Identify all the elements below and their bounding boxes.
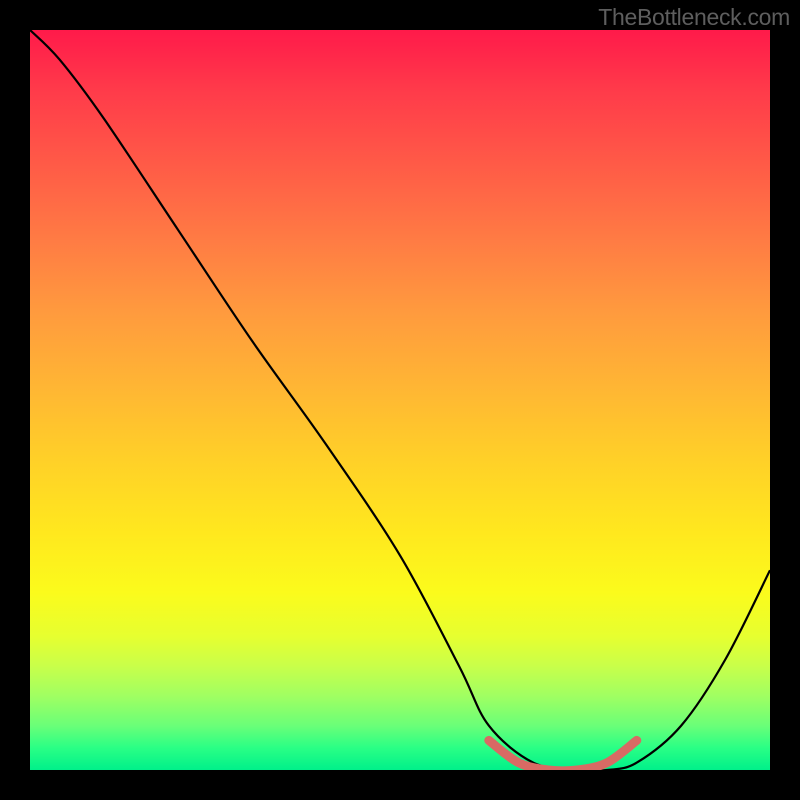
chart-curve-svg: [30, 30, 770, 770]
watermark-text: TheBottleneck.com: [598, 4, 790, 31]
optimal-zone-path: [489, 740, 637, 770]
bottleneck-curve-path: [30, 30, 770, 770]
bottleneck-chart: [30, 30, 770, 770]
